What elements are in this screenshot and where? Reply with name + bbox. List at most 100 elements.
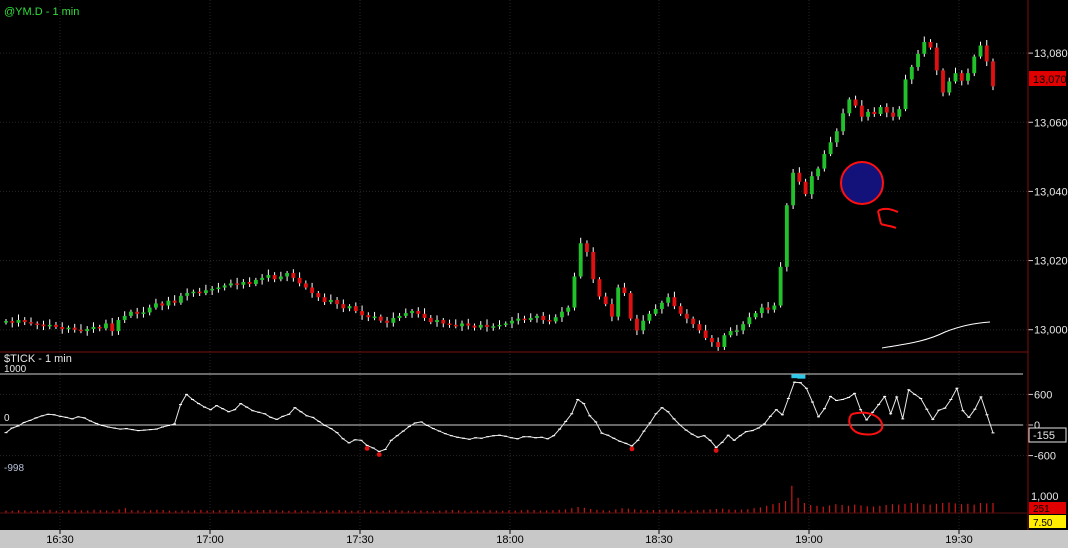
candle-body — [697, 324, 702, 331]
time-tick-label: 18:30 — [645, 534, 673, 546]
volume-value-label: 251 — [1033, 504, 1050, 515]
candle-body — [316, 293, 321, 298]
candle-body — [485, 324, 489, 327]
candle-body — [847, 99, 852, 114]
candle-body — [472, 325, 477, 328]
candle[interactable] — [778, 262, 783, 308]
candle-body — [60, 326, 65, 330]
candle[interactable] — [934, 42, 939, 76]
candle-body — [447, 323, 452, 325]
candle-body — [772, 305, 777, 310]
candle-body — [66, 327, 71, 330]
candle-body — [984, 45, 989, 62]
candle-body — [841, 113, 846, 132]
tick-high-marker — [797, 374, 806, 379]
candle-body — [385, 320, 389, 323]
time-tick-label: 18:00 — [496, 534, 524, 546]
candle-body — [335, 299, 340, 305]
candle-body — [628, 293, 633, 319]
candle[interactable] — [572, 272, 577, 311]
candle-body — [91, 326, 96, 330]
candle-body — [897, 109, 902, 117]
candle-body — [478, 324, 483, 328]
time-axis-bar — [0, 530, 1068, 548]
candle-body — [291, 273, 296, 278]
candle-body — [834, 131, 839, 143]
candle-body — [972, 56, 977, 74]
candle-body — [516, 318, 521, 321]
candle-body — [528, 317, 533, 321]
candle[interactable] — [628, 290, 633, 321]
candle-body — [341, 304, 346, 309]
candle-body — [22, 320, 27, 323]
candle[interactable] — [591, 247, 596, 284]
chart-canvas: 13,000 13,020 13,040 13,060 13,080 @YM.D - 1… — [0, 0, 1068, 548]
candle-body — [491, 326, 496, 328]
candle-body — [460, 323, 464, 327]
candle-body — [959, 73, 964, 81]
candle-body — [191, 291, 196, 294]
candle-body — [260, 277, 265, 280]
candle-body — [709, 338, 714, 343]
candle-body — [428, 317, 433, 323]
candle-body — [160, 303, 165, 306]
candle-body — [378, 316, 383, 321]
candle-body — [947, 81, 952, 93]
price-y-tick-label: 13,000 — [1034, 325, 1068, 337]
tick-y-tick-label: -600 — [1034, 451, 1056, 463]
candle-body — [10, 321, 15, 323]
tick-last-value-label: -155 — [1033, 430, 1055, 442]
time-tick-label: 17:00 — [196, 534, 224, 546]
candle-body — [978, 45, 983, 57]
tick-last-value-marker: -155 — [1028, 427, 1067, 443]
candle-body — [503, 323, 508, 325]
candle[interactable] — [903, 74, 908, 112]
candle-body — [909, 66, 914, 80]
price-chart-title: @YM.D - 1 min — [4, 6, 79, 18]
candle[interactable] — [578, 237, 583, 279]
candle-body — [934, 47, 939, 71]
candle-body — [653, 308, 658, 314]
candle-body — [366, 315, 371, 318]
candle-body — [778, 266, 783, 306]
candle-body — [4, 321, 8, 323]
candle-body — [634, 318, 639, 331]
candle[interactable] — [616, 284, 621, 321]
chart-background — [0, 0, 1068, 548]
tick-low-marker — [629, 446, 635, 452]
candle-body — [759, 307, 764, 314]
candle-body — [122, 315, 127, 321]
candle-body — [510, 320, 514, 324]
candle-body — [166, 300, 171, 306]
tick-low-marker — [713, 448, 719, 453]
candle-body — [553, 317, 558, 322]
candle-body — [178, 295, 183, 303]
candle-body — [541, 315, 546, 321]
candle[interactable] — [991, 58, 995, 91]
candle-body — [966, 73, 970, 81]
price-y-tick-label: 13,040 — [1034, 186, 1068, 198]
candle-body — [228, 283, 233, 286]
candle-body — [684, 313, 689, 319]
candle-body — [672, 297, 677, 307]
candle[interactable] — [791, 168, 796, 210]
candle-body — [222, 285, 227, 288]
candle-body — [328, 299, 333, 303]
candle-body — [809, 176, 814, 195]
candle-body — [285, 273, 290, 277]
candle-body — [441, 320, 446, 324]
candle[interactable] — [941, 68, 945, 97]
candle-body — [410, 311, 414, 314]
candle-body — [278, 276, 283, 280]
candle[interactable] — [597, 277, 602, 300]
candle-body — [747, 317, 752, 325]
candle-body — [41, 324, 46, 327]
candle-body — [560, 311, 564, 318]
candle[interactable] — [972, 54, 977, 77]
candle[interactable] — [784, 203, 789, 272]
tick-level-label-zero: 0 — [4, 413, 10, 424]
candle-body — [572, 276, 577, 308]
time-tick-label: 19:00 — [795, 534, 823, 546]
candle-body — [397, 315, 402, 318]
candle-body — [272, 275, 277, 280]
